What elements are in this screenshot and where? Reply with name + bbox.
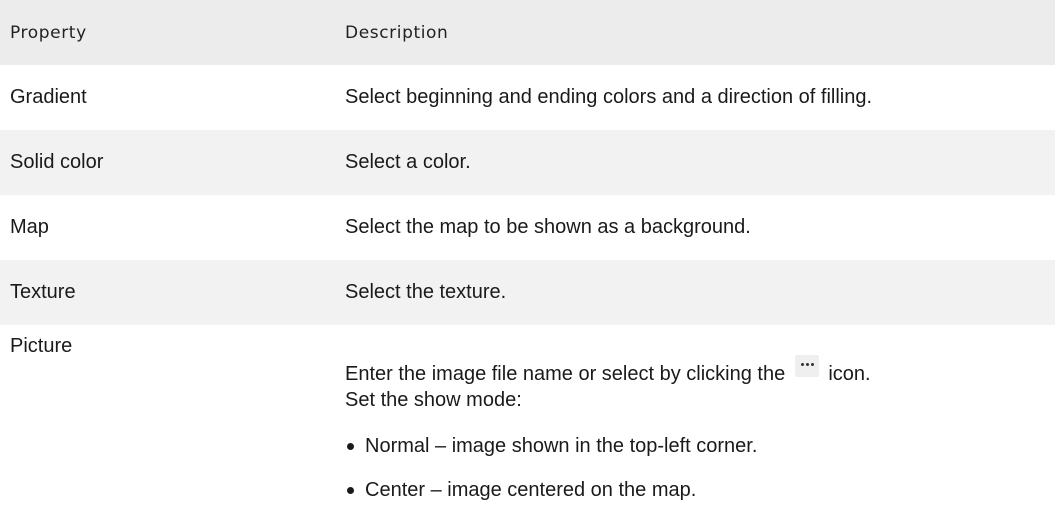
description-cell: Select the texture.: [345, 281, 507, 303]
list-item: Normal – image shown in the top-left cor…: [345, 433, 1055, 459]
ellipsis-dot: [810, 363, 814, 366]
picture-description-line: Enter the image file name or select by c…: [345, 355, 1055, 387]
list-item: Center – image centered on the map.: [345, 477, 1055, 503]
table-row-map: Map Select the map to be shown as a back…: [0, 195, 1055, 260]
header-description: Description: [345, 22, 449, 43]
table-row-gradient: Gradient Select beginning and ending col…: [0, 65, 1055, 130]
header-property: Property: [10, 22, 87, 43]
mode-normal: Normal – image shown in the top-left cor…: [365, 435, 758, 457]
bullet-icon: [347, 443, 354, 450]
property-cell: Gradient: [10, 86, 87, 108]
description-cell: Select the map to be shown as a backgrou…: [345, 216, 751, 238]
ellipsis-dot: [805, 363, 809, 366]
table-header: Property Description: [0, 0, 1055, 65]
property-cell: Map: [10, 216, 49, 238]
ellipsis-dot: [800, 363, 804, 366]
table-row-texture: Texture Select the texture.: [0, 260, 1055, 325]
properties-table: Property Description Gradient Select beg…: [0, 0, 1055, 501]
ellipsis-icon: [794, 355, 819, 377]
picture-text-after-icon: icon.: [828, 363, 871, 385]
property-cell: Picture: [10, 335, 73, 357]
description-cell: Select a color.: [345, 151, 471, 173]
table-row-picture: Picture Enter the image file name or sel…: [0, 325, 1055, 501]
show-mode-list: Normal – image shown in the top-left cor…: [345, 433, 1055, 503]
table-row-solid-color: Solid color Select a color.: [0, 130, 1055, 195]
show-mode-label: Set the show mode:: [345, 389, 522, 411]
description-cell: Select beginning and ending colors and a…: [345, 86, 873, 108]
mode-center: Center – image centered on the map.: [365, 479, 697, 501]
property-cell: Solid color: [10, 151, 104, 173]
bullet-icon: [347, 487, 354, 494]
description-cell: Enter the image file name or select by c…: [335, 325, 1055, 523]
property-cell: Texture: [10, 281, 76, 303]
picture-text-before-icon: Enter the image file name or select by c…: [345, 363, 786, 385]
